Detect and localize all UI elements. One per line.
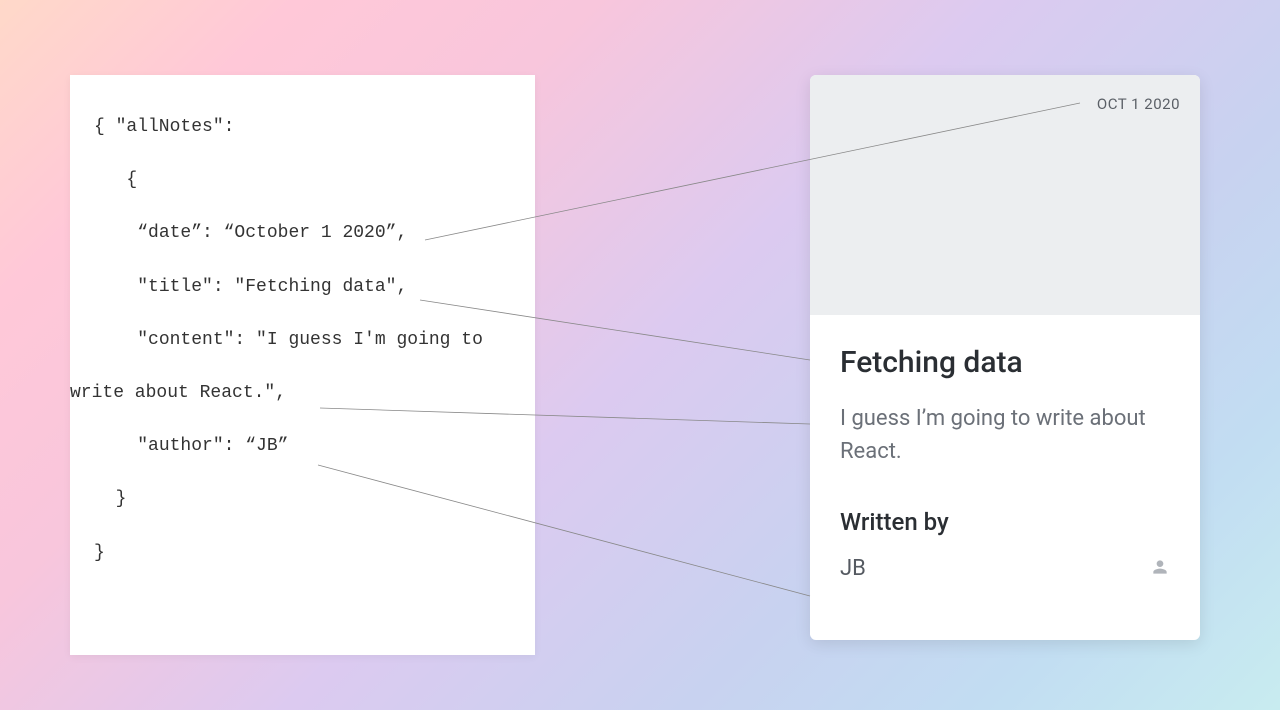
card-body: Fetching data I guess I’m going to write… <box>810 315 1200 640</box>
code-line-brace-close: } <box>94 487 511 512</box>
person-icon <box>1150 557 1170 581</box>
code-line-close: } <box>94 541 511 566</box>
card-author: JB <box>840 556 866 581</box>
card-header: OCT 1 2020 <box>810 75 1200 315</box>
code-line-open: { "allNotes": <box>94 115 511 140</box>
card-title: Fetching data <box>840 345 1170 380</box>
card-content: I guess I’m going to write about React. <box>840 402 1170 468</box>
code-line-title: "title": "Fetching data", <box>94 275 511 300</box>
card-date: OCT 1 2020 <box>1097 95 1180 113</box>
code-line-content-a: "content": "I guess I'm going to <box>94 328 511 353</box>
code-line-author: "author": “JB” <box>94 434 511 459</box>
card-written-by-label: Written by <box>840 508 1170 536</box>
code-line-brace-open: { <box>94 168 511 193</box>
code-line-date: “date”: “October 1 2020”, <box>94 221 511 246</box>
note-card: OCT 1 2020 Fetching data I guess I’m goi… <box>810 75 1200 640</box>
code-panel: { "allNotes": { “date”: “October 1 2020”… <box>70 75 535 655</box>
card-author-row: JB <box>840 556 1170 581</box>
code-line-content-b: write about React.", <box>70 381 511 406</box>
